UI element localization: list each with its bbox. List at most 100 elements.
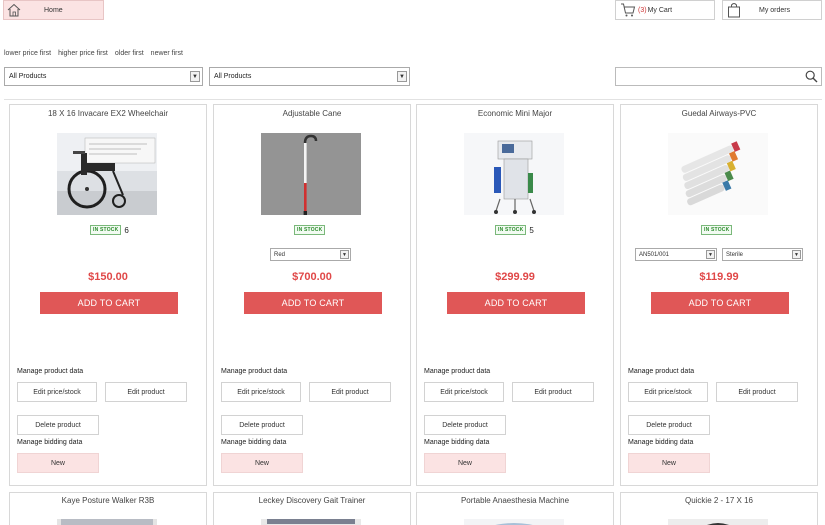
- product-price: $700.00: [292, 271, 332, 283]
- orders-label: My orders: [759, 6, 791, 14]
- stock-status: IN STOCK 6: [90, 225, 129, 235]
- category-select-value: All Products: [9, 73, 47, 80]
- delete-product-button[interactable]: Delete product: [221, 415, 303, 435]
- sterility-option-select[interactable]: Sterile ▼: [722, 248, 803, 261]
- product-card: Adjustable Cane IN STOCK Red ▼ $700.00 A…: [213, 104, 411, 486]
- delete-product-button[interactable]: Delete product: [424, 415, 506, 435]
- product-title: Quickie 2 - 17 X 16: [684, 496, 754, 505]
- product-title: Portable Anaesthesia Machine: [460, 496, 570, 505]
- chevron-down-icon: ▼: [340, 250, 349, 259]
- manage-product-label: Manage product data: [221, 368, 288, 375]
- in-stock-badge: IN STOCK: [701, 225, 733, 235]
- color-option-select[interactable]: Red ▼: [270, 248, 351, 261]
- cart-button[interactable]: (3) My Cart: [615, 0, 715, 20]
- category-select[interactable]: All Products ▼: [4, 67, 203, 86]
- edit-price-stock-button[interactable]: Edit price/stock: [221, 382, 301, 402]
- search-icon[interactable]: [805, 70, 818, 83]
- in-stock-badge: IN STOCK: [294, 225, 326, 235]
- new-bidding-button[interactable]: New: [424, 453, 506, 473]
- product-image[interactable]: [261, 519, 361, 525]
- add-to-cart-button[interactable]: ADD TO CART: [40, 292, 178, 314]
- size-option-value: AN501/001: [639, 251, 670, 258]
- product-price: $299.99: [495, 271, 535, 283]
- edit-price-stock-button[interactable]: Edit price/stock: [424, 382, 504, 402]
- home-icon: [7, 3, 21, 17]
- product-image-cane[interactable]: [261, 133, 361, 215]
- manage-bidding-label: Manage bidding data: [424, 439, 490, 446]
- product-card: Guedal Airways-PVC IN STOCK AN501/001 ▼ …: [620, 104, 818, 486]
- product-card: Economic Mini Major IN STOCK 5 $299.99 A…: [416, 104, 614, 486]
- product-title: Guedal Airways-PVC: [681, 109, 757, 118]
- chevron-down-icon: ▼: [190, 71, 200, 82]
- product-image[interactable]: [464, 519, 564, 525]
- search-input[interactable]: [615, 67, 822, 86]
- product-image[interactable]: [57, 519, 157, 525]
- delete-product-button[interactable]: Delete product: [628, 415, 710, 435]
- sort-lower-price-link[interactable]: lower price first: [4, 50, 51, 57]
- product-image-airways[interactable]: [668, 133, 768, 215]
- product-card: Kaye Posture Walker R3B: [9, 492, 207, 525]
- product-card: Leckey Discovery Gait Trainer: [213, 492, 411, 525]
- edit-product-button[interactable]: Edit product: [105, 382, 187, 402]
- product-title: Leckey Discovery Gait Trainer: [258, 496, 366, 505]
- cart-count: (3): [638, 6, 647, 14]
- product-card: 18 X 16 Invacare EX2 Wheelchair IN STOCK…: [9, 104, 207, 486]
- shopping-bag-icon: [728, 3, 740, 18]
- edit-price-stock-button[interactable]: Edit price/stock: [628, 382, 708, 402]
- sort-older-link[interactable]: older first: [115, 50, 144, 57]
- in-stock-badge: IN STOCK: [90, 225, 122, 235]
- manage-product-label: Manage product data: [628, 368, 695, 375]
- sterility-option-value: Sterile: [726, 251, 744, 258]
- add-to-cart-button[interactable]: ADD TO CART: [244, 292, 382, 314]
- manage-bidding-label: Manage bidding data: [628, 439, 694, 446]
- in-stock-badge: IN STOCK: [495, 225, 527, 235]
- product-price: $150.00: [88, 271, 128, 283]
- sort-links: lower price first higher price first old…: [4, 50, 183, 57]
- cart-icon: [621, 3, 636, 17]
- color-option-value: Red: [274, 251, 286, 258]
- divider: [4, 99, 822, 100]
- product-image[interactable]: [668, 519, 768, 525]
- manage-bidding-label: Manage bidding data: [17, 439, 83, 446]
- stock-status: IN STOCK: [294, 225, 326, 235]
- stock-status: IN STOCK: [701, 225, 733, 235]
- cart-label: My Cart: [647, 6, 673, 14]
- delete-product-button[interactable]: Delete product: [17, 415, 99, 435]
- edit-product-button[interactable]: Edit product: [716, 382, 798, 402]
- edit-price-stock-button[interactable]: Edit price/stock: [17, 382, 97, 402]
- stock-quantity: 5: [529, 225, 534, 235]
- chevron-down-icon: ▼: [792, 250, 801, 259]
- chevron-down-icon: ▼: [397, 71, 407, 82]
- sort-higher-price-link[interactable]: higher price first: [58, 50, 108, 57]
- orders-button[interactable]: My orders: [722, 0, 822, 20]
- manage-bidding-label: Manage bidding data: [221, 439, 287, 446]
- sort-newer-link[interactable]: newer first: [151, 50, 183, 57]
- new-bidding-button[interactable]: New: [221, 453, 303, 473]
- size-option-select[interactable]: AN501/001 ▼: [635, 248, 717, 261]
- subcategory-select[interactable]: All Products ▼: [209, 67, 410, 86]
- product-title: 18 X 16 Invacare EX2 Wheelchair: [47, 109, 169, 118]
- home-label: Home: [44, 6, 63, 14]
- stock-quantity: 6: [124, 225, 129, 235]
- new-bidding-button[interactable]: New: [17, 453, 99, 473]
- product-title: Kaye Posture Walker R3B: [61, 496, 155, 505]
- new-bidding-button[interactable]: New: [628, 453, 710, 473]
- home-button[interactable]: Home: [3, 0, 104, 20]
- edit-product-button[interactable]: Edit product: [512, 382, 594, 402]
- product-card: Quickie 2 - 17 X 16: [620, 492, 818, 525]
- add-to-cart-button[interactable]: ADD TO CART: [447, 292, 585, 314]
- stock-status: IN STOCK 5: [495, 225, 534, 235]
- product-image-anaesthesia-machine[interactable]: [464, 133, 564, 215]
- top-bar: Home (3) My Cart My orders: [0, 0, 825, 24]
- add-to-cart-button[interactable]: ADD TO CART: [651, 292, 789, 314]
- manage-product-label: Manage product data: [424, 368, 491, 375]
- product-card: Portable Anaesthesia Machine: [416, 492, 614, 525]
- chevron-down-icon: ▼: [706, 250, 715, 259]
- product-title: Economic Mini Major: [477, 109, 553, 118]
- edit-product-button[interactable]: Edit product: [309, 382, 391, 402]
- product-title: Adjustable Cane: [282, 109, 342, 118]
- manage-product-label: Manage product data: [17, 368, 84, 375]
- product-price: $119.99: [699, 271, 739, 283]
- subcategory-select-value: All Products: [214, 73, 252, 80]
- product-image-wheelchair[interactable]: [57, 133, 157, 215]
